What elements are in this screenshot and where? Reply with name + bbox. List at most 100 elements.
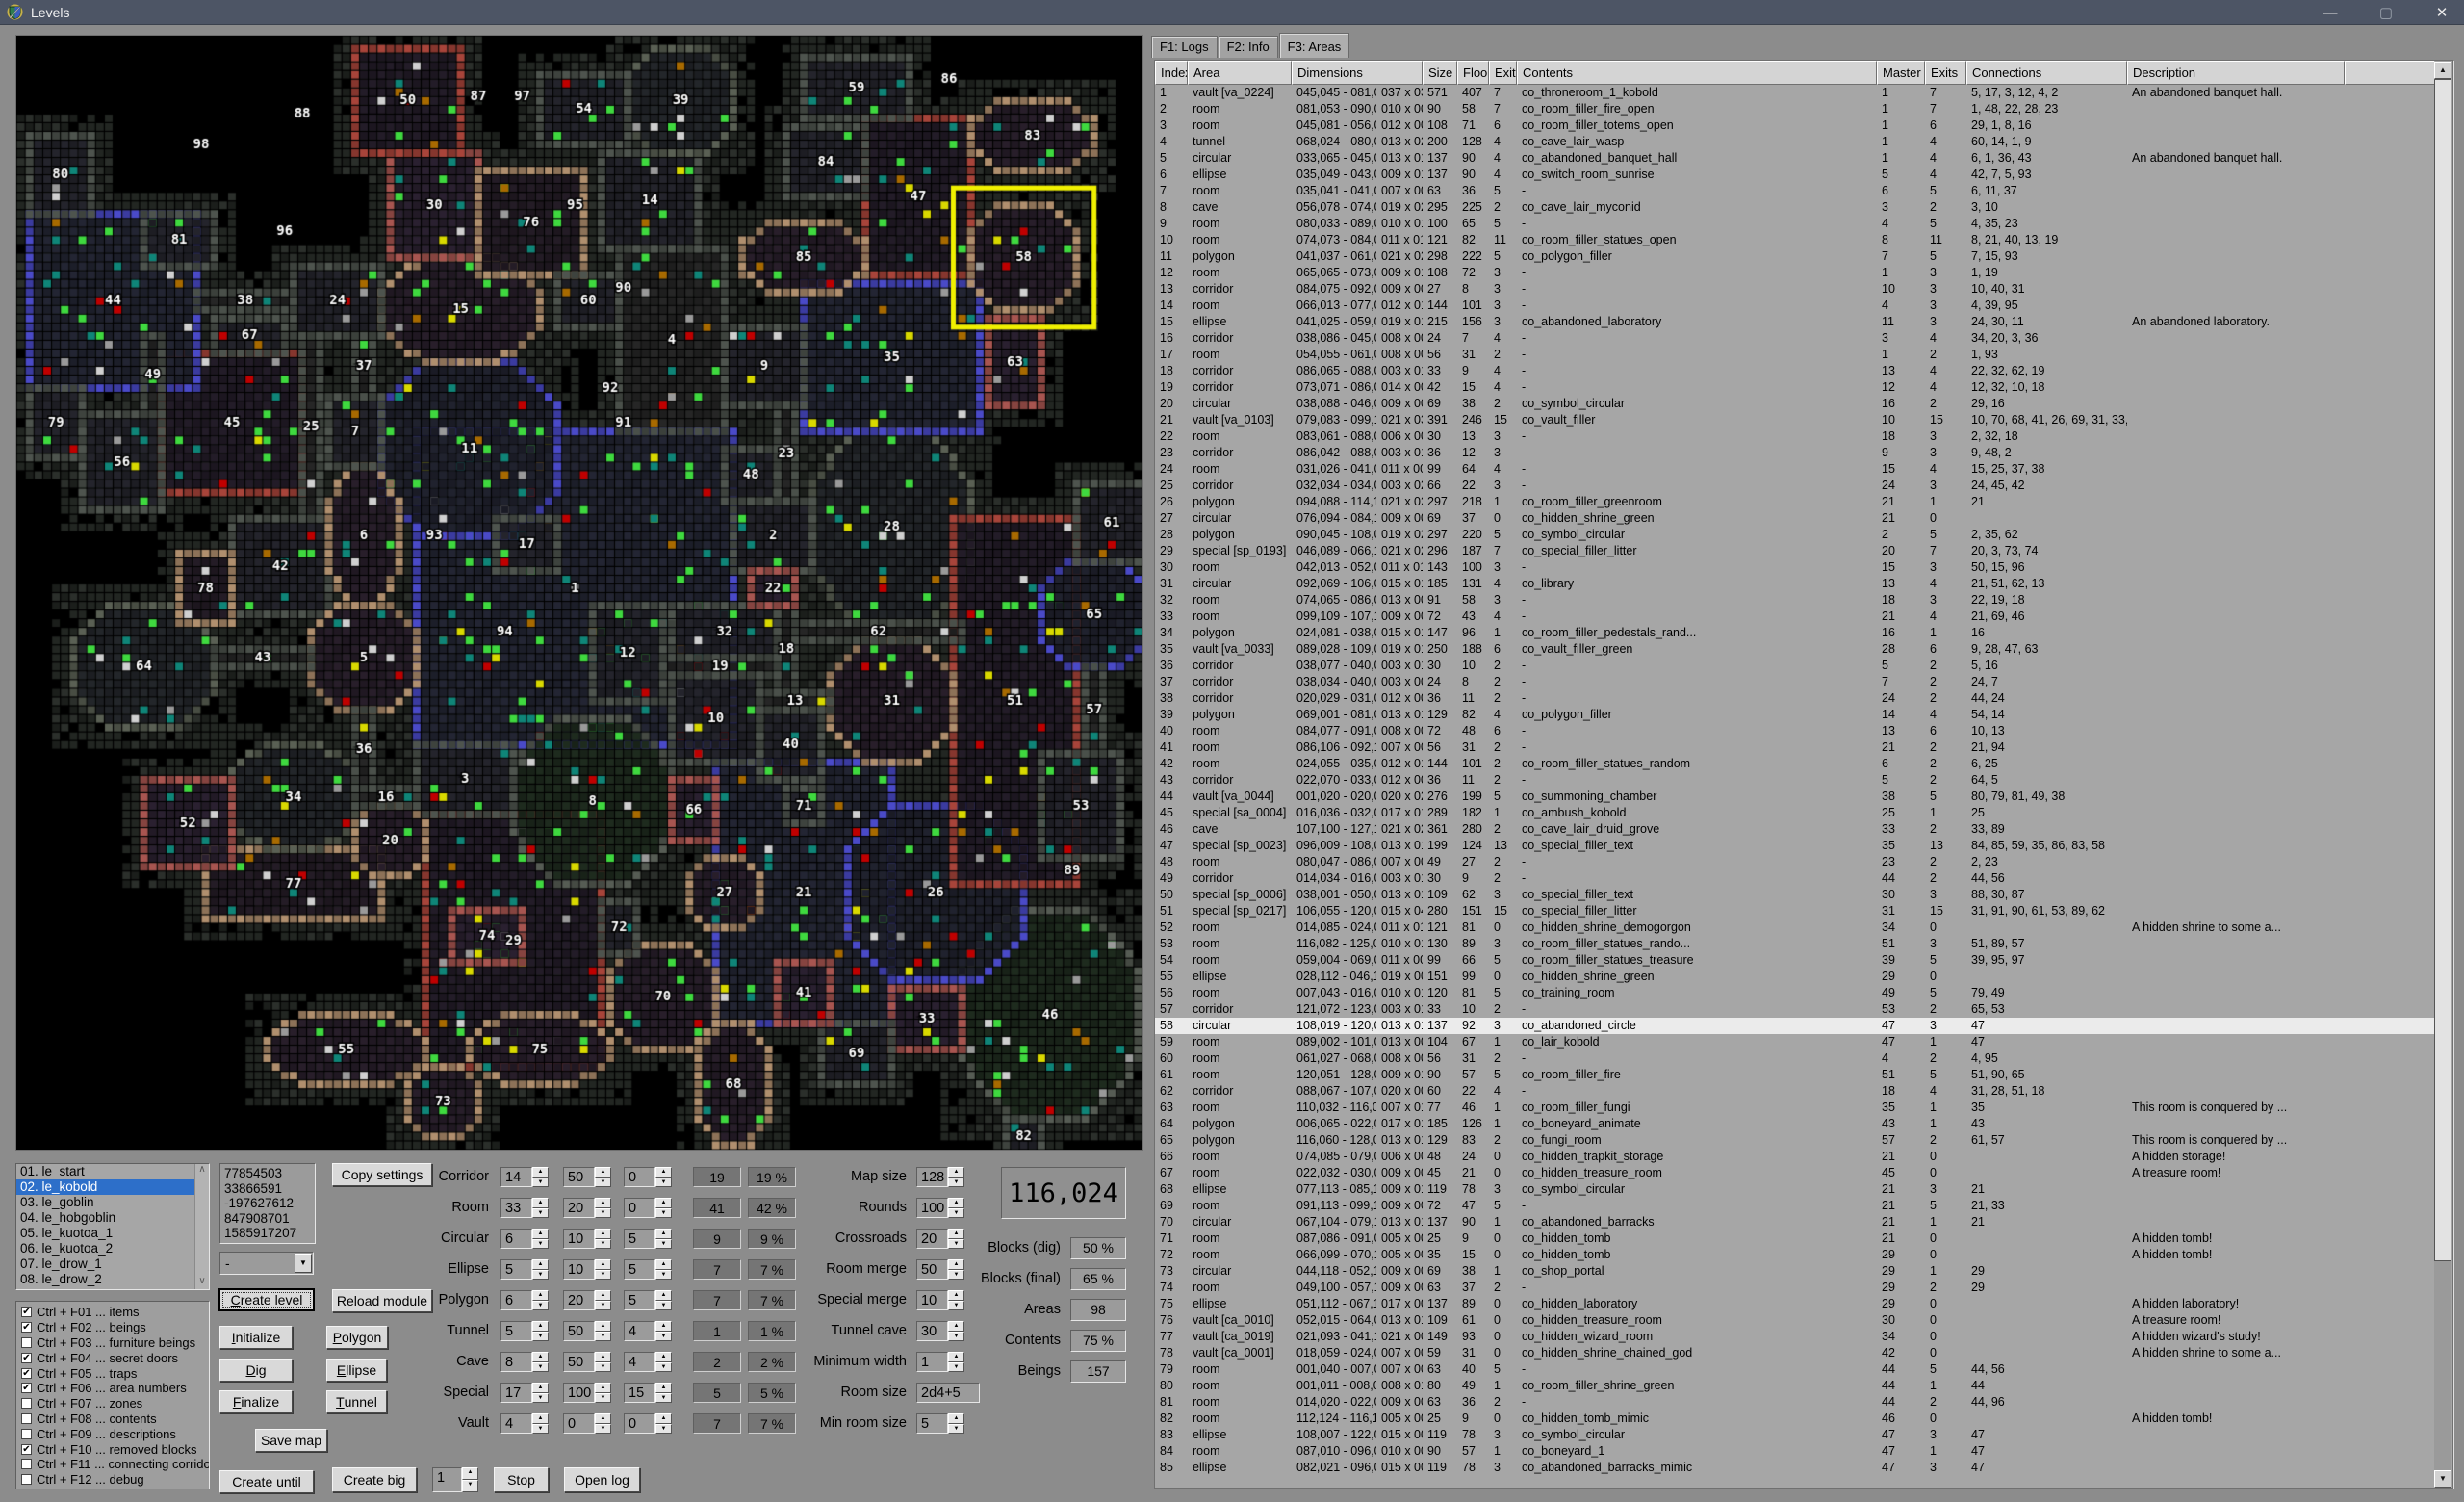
column-header-Index[interactable]: Index — [1155, 61, 1188, 85]
table-row[interactable]: 61 room 120,051 - 128,060 009 x 010 90 57 5 co_… — [1155, 1067, 2435, 1083]
spinner-value[interactable]: 5 — [500, 1259, 532, 1280]
table-row[interactable]: 75 ellipse 051,112 - 067,120 017 x 009 137 89… — [1155, 1296, 2435, 1312]
spin-down-icon[interactable]: ▼ — [948, 1207, 964, 1218]
checked-checkbox-icon[interactable]: ✔ — [21, 1367, 32, 1379]
spin-up-icon[interactable]: ▲ — [532, 1413, 549, 1424]
generator-count-spinner[interactable]: 17 ▲ ▼ — [500, 1383, 549, 1403]
spinner-value[interactable]: 20 — [563, 1198, 595, 1218]
display-option[interactable]: Ctrl + F12 ... debug — [19, 1472, 209, 1488]
table-row[interactable]: 39 polygon 069,001 - 081,013 013 x 013 129 82… — [1155, 707, 2435, 723]
spin-up-icon[interactable]: ▲ — [532, 1229, 549, 1239]
finalize-button[interactable]: Finalize — [219, 1390, 293, 1413]
display-option[interactable]: Ctrl + F03 ... furniture beings — [19, 1335, 209, 1351]
generator-merge-spinner[interactable]: 4 ▲ ▼ — [624, 1321, 672, 1341]
generator-count-spinner[interactable]: 8 ▲ ▼ — [500, 1352, 549, 1372]
table-row[interactable]: 22 room 083,061 - 088,065 006 x 005 30 13 3 - 18… — [1155, 428, 2435, 445]
spin-up-icon[interactable]: ▲ — [532, 1198, 549, 1208]
display-option[interactable]: ✔ Ctrl + F10 ... removed blocks — [19, 1441, 209, 1457]
generator-merge-spinner[interactable]: 0 ▲ ▼ — [624, 1413, 672, 1434]
level-list-item[interactable]: 04. le_hobgoblin — [16, 1210, 209, 1226]
spin-up-icon[interactable]: ▲ — [595, 1229, 611, 1239]
spin-down-icon[interactable]: ▼ — [655, 1361, 672, 1372]
tab-f3-areas[interactable]: F3: Areas — [1278, 33, 1350, 58]
table-row[interactable]: 14 room 066,013 - 077,024 012 x 012 144 101 3 -… — [1155, 298, 2435, 314]
spin-down-icon[interactable]: ▼ — [655, 1269, 672, 1280]
spin-up-icon[interactable]: ▲ — [655, 1229, 672, 1239]
display-option[interactable]: Ctrl + F11 ... connecting corridor — [19, 1457, 209, 1472]
generator-merge-spinner[interactable]: 15 ▲ ▼ — [624, 1383, 672, 1403]
create-level-button[interactable]: Create level — [219, 1289, 314, 1310]
table-row[interactable]: 32 room 074,065 - 086,071 013 x 007 91 58 3 - 18… — [1155, 592, 2435, 609]
unchecked-checkbox-icon[interactable] — [21, 1459, 32, 1470]
spin-up-icon[interactable]: ▲ — [948, 1167, 964, 1178]
spin-down-icon[interactable]: ▼ — [595, 1269, 611, 1280]
generator-merge-spinner[interactable]: 4 ▲ ▼ — [624, 1352, 672, 1372]
table-row[interactable]: 21 vault [va_0103] 079,083 - 099,113 021 x … — [1155, 412, 2435, 428]
spinner-value[interactable]: 50 — [563, 1321, 595, 1341]
table-row[interactable]: 69 room 091,113 - 099,120 009 x 008 72 47 5 - 21… — [1155, 1198, 2435, 1214]
generator-merge-spinner[interactable]: 0 ▲ ▼ — [624, 1198, 672, 1218]
table-row[interactable]: 58 circular 108,019 - 120,031 013 x 013 137 9… — [1155, 1018, 2435, 1034]
maximize-button[interactable]: ▢ — [2372, 4, 2400, 21]
table-row[interactable]: 34 polygon 024,081 - 038,093 015 x 013 147 96… — [1155, 625, 2435, 641]
listbox-scroll-down-icon[interactable]: ∨ — [195, 1276, 209, 1289]
spinner-value[interactable]: 33 — [500, 1198, 532, 1218]
spinner-value[interactable]: 6 — [500, 1229, 532, 1249]
table-row[interactable]: 83 ellipse 108,007 - 122,015 015 x 009 119 78… — [1155, 1427, 2435, 1443]
spin-down-icon[interactable]: ▼ — [655, 1207, 672, 1218]
table-row[interactable]: 30 room 042,013 - 052,025 011 x 013 143 100 3 -… — [1155, 559, 2435, 576]
table-row[interactable]: 8 cave 056,078 - 074,097 019 x 020 295 225 2 co… — [1155, 199, 2435, 216]
table-scrollbar[interactable]: ▲ ▼ — [2434, 62, 2451, 1488]
column-header-Dimensions[interactable]: Dimensions — [1292, 61, 1423, 85]
spinner-value[interactable]: 0 — [624, 1167, 655, 1187]
listbox-scrollbar[interactable]: ∧ ∨ — [194, 1164, 209, 1289]
scroll-up-icon[interactable]: ▲ — [2434, 62, 2451, 79]
table-row[interactable]: 53 room 116,082 - 125,094 010 x 013 130 89 3 co… — [1155, 936, 2435, 952]
generator-weight-spinner[interactable]: 50 ▲ ▼ — [563, 1352, 611, 1372]
generator-merge-spinner[interactable]: 5 ▲ ▼ — [624, 1290, 672, 1310]
column-header-Size[interactable]: Size — [1423, 61, 1457, 85]
spin-up-icon[interactable]: ▲ — [655, 1198, 672, 1208]
unchecked-checkbox-icon[interactable] — [21, 1474, 32, 1486]
generator-weight-spinner[interactable]: 10 ▲ ▼ — [563, 1259, 611, 1280]
spinner-value[interactable]: 100 — [563, 1383, 595, 1403]
table-row[interactable]: 9 room 080,033 - 089,042 010 x 010 100 65 5 - 4 5… — [1155, 216, 2435, 232]
column-header-Exits[interactable]: Exits — [1489, 61, 1517, 85]
spinner-value[interactable]: 5 — [624, 1259, 655, 1280]
display-option[interactable]: ✔ Ctrl + F01 ... items — [19, 1305, 209, 1320]
generator-weight-spinner[interactable]: 20 ▲ ▼ — [563, 1198, 611, 1218]
spin-up-icon[interactable]: ▲ — [948, 1413, 964, 1424]
unchecked-checkbox-icon[interactable] — [21, 1428, 32, 1439]
spinner-value[interactable]: 20 — [563, 1290, 595, 1310]
spin-down-icon[interactable]: ▼ — [532, 1269, 549, 1280]
param-map-size[interactable]: 128 ▲ ▼ — [916, 1167, 964, 1187]
column-header-spacer[interactable] — [2345, 61, 2435, 85]
table-row[interactable]: 15 ellipse 041,025 - 059,037 019 x 013 215 15… — [1155, 314, 2435, 330]
table-row[interactable]: 64 polygon 006,065 - 022,079 017 x 015 185 12… — [1155, 1116, 2435, 1132]
spinner-value[interactable]: 2d4+5 — [916, 1383, 980, 1403]
table-row[interactable]: 36 corridor 038,077 - 040,086 003 x 010 30 10… — [1155, 658, 2435, 674]
scrollbar-thumb[interactable] — [2434, 79, 2451, 1261]
spinner-value[interactable]: 6 — [500, 1290, 532, 1310]
table-row[interactable]: 43 corridor 022,070 - 033,072 012 x 003 36 11… — [1155, 772, 2435, 789]
table-row[interactable]: 29 special [sp_0193] 046,089 - 066,118 021 … — [1155, 543, 2435, 559]
spin-up-icon[interactable]: ▲ — [532, 1167, 549, 1178]
unchecked-checkbox-icon[interactable] — [21, 1412, 32, 1424]
spin-down-icon[interactable]: ▼ — [595, 1207, 611, 1218]
spinner-value[interactable]: 100 — [916, 1198, 948, 1218]
spin-down-icon[interactable]: ▼ — [655, 1300, 672, 1310]
column-header-Description[interactable]: Description — [2127, 61, 2345, 85]
spin-up-icon[interactable]: ▲ — [462, 1467, 478, 1480]
generator-merge-spinner[interactable]: 5 ▲ ▼ — [624, 1259, 672, 1280]
table-row[interactable]: 7 room 035,041 - 041,049 007 x 009 63 36 5 - 6 5 6… — [1155, 183, 2435, 199]
display-option[interactable]: ✔ Ctrl + F02 ... beings — [19, 1320, 209, 1335]
spin-down-icon[interactable]: ▼ — [532, 1361, 549, 1372]
spinner-value[interactable]: 0 — [624, 1413, 655, 1434]
table-row[interactable]: 31 circular 092,069 - 106,083 015 x 015 185 1… — [1155, 576, 2435, 592]
generator-count-spinner[interactable]: 6 ▲ ▼ — [500, 1229, 549, 1249]
generator-count-spinner[interactable]: 14 ▲ ▼ — [500, 1167, 549, 1187]
table-row[interactable]: 11 polygon 041,037 - 061,057 021 x 021 298 22… — [1155, 248, 2435, 265]
spinner-value[interactable]: 1 — [432, 1467, 462, 1492]
spinner-value[interactable]: 0 — [624, 1198, 655, 1218]
spinner-value[interactable]: 50 — [563, 1167, 595, 1187]
